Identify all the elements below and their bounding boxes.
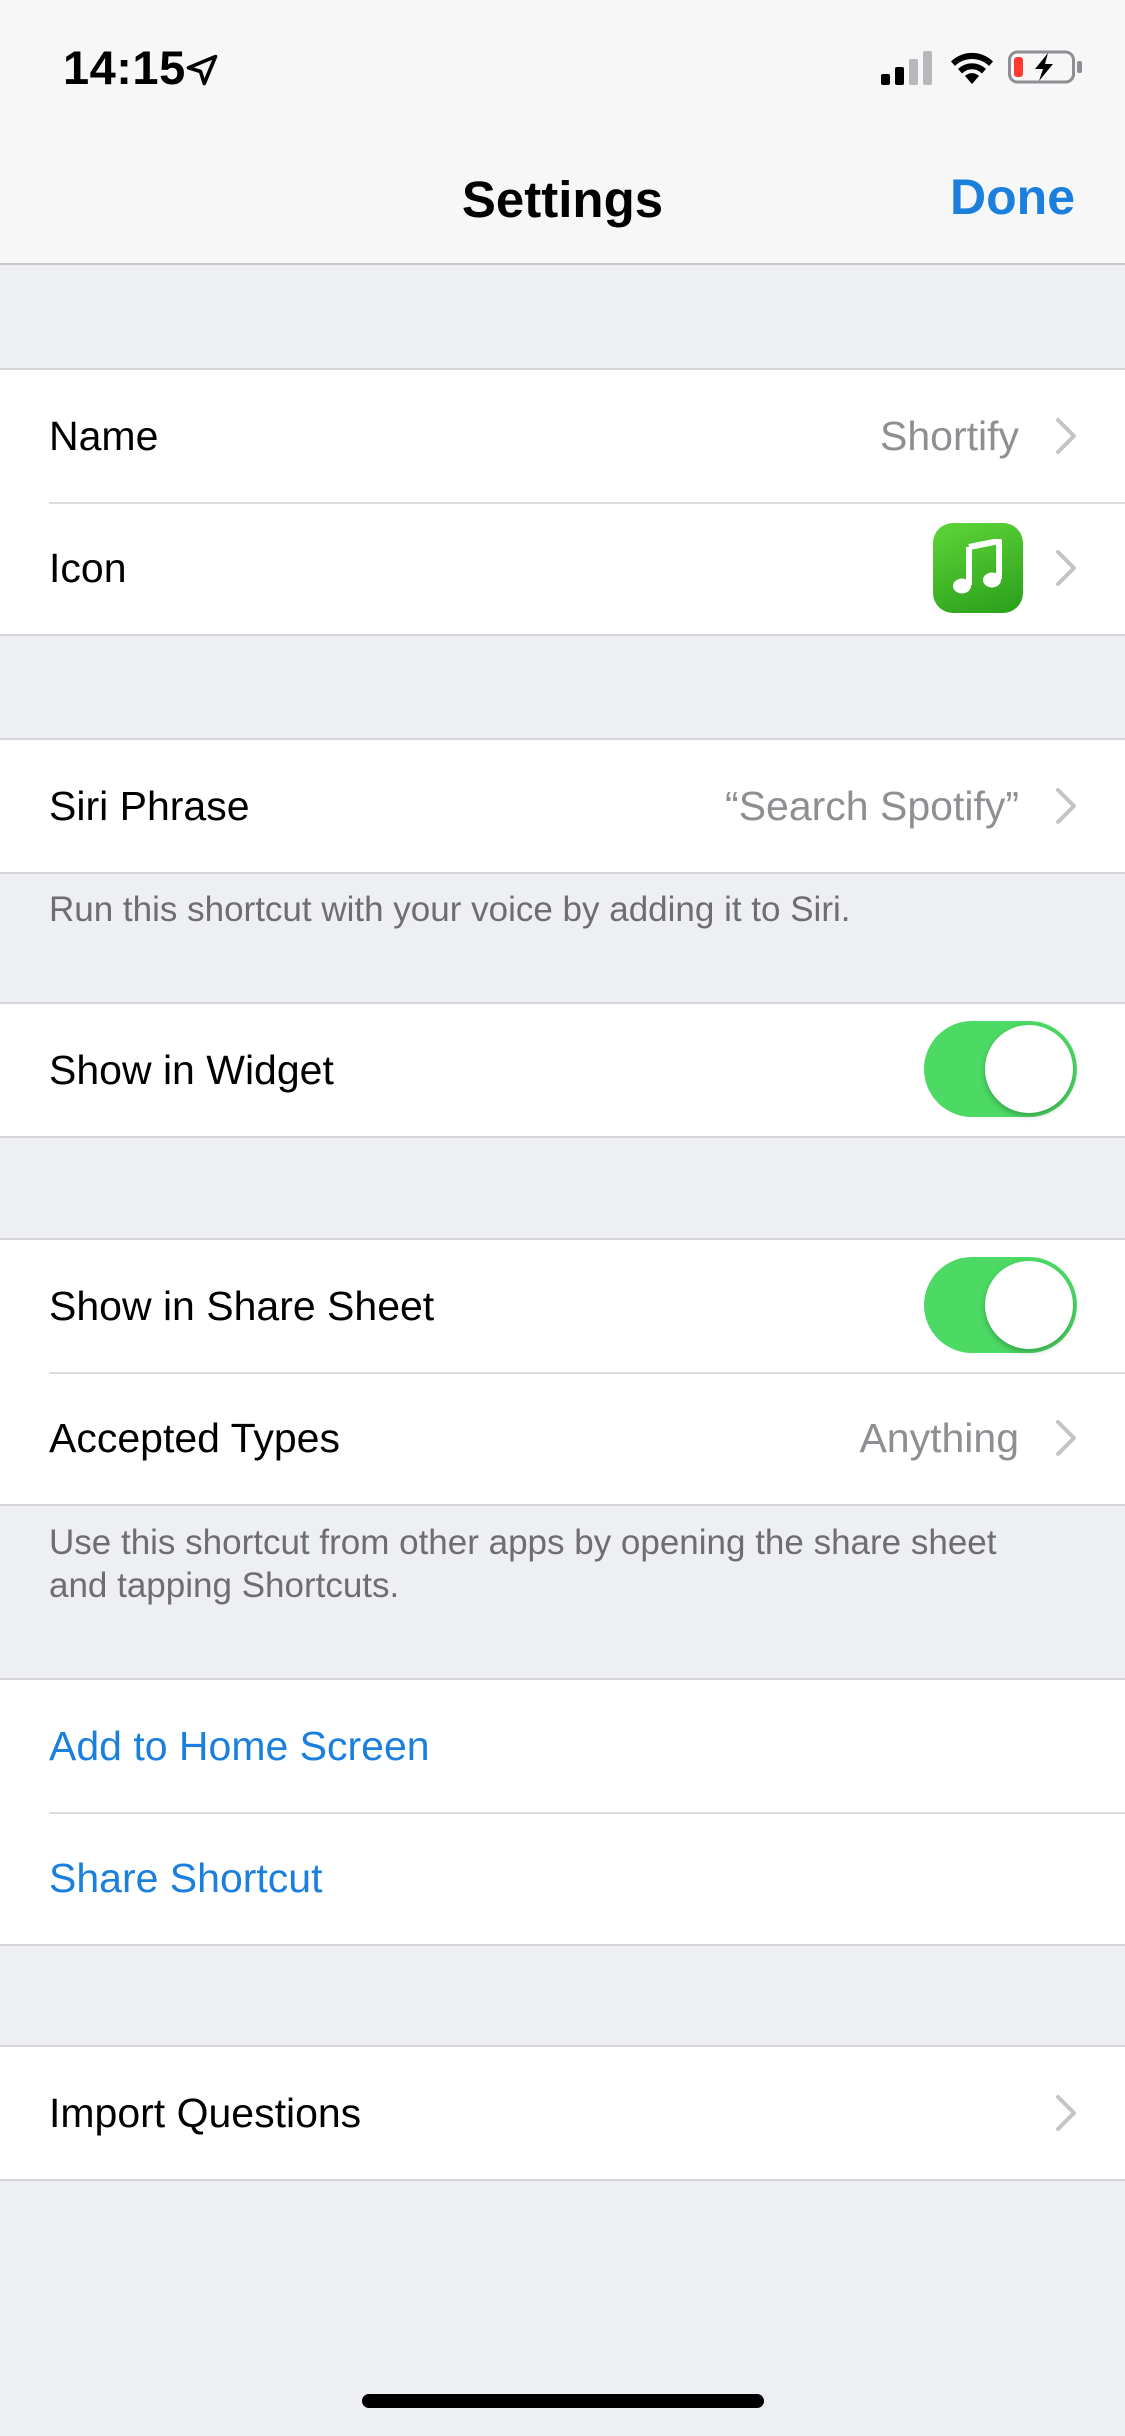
show-in-widget-row: Show in Widget — [0, 1004, 1125, 1136]
import-questions-label: Import Questions — [49, 2090, 362, 2136]
share-shortcut-row[interactable]: Share Shortcut — [0, 1812, 1125, 1944]
chevron-right-icon — [1056, 2095, 1076, 2131]
toggle-knob — [985, 1025, 1073, 1113]
import-group: Import Questions — [0, 2045, 1125, 2181]
toggle-knob — [985, 1261, 1073, 1349]
name-value: Shortify — [880, 413, 1019, 459]
accepted-types-row[interactable]: Accepted Types Anything — [0, 1372, 1125, 1504]
siri-group: Siri Phrase “Search Spotify” — [0, 738, 1125, 874]
name-row[interactable]: Name Shortify — [0, 370, 1125, 502]
import-questions-row[interactable]: Import Questions — [0, 2047, 1125, 2179]
widget-group: Show in Widget — [0, 1002, 1125, 1138]
chevron-right-icon — [1056, 788, 1076, 824]
show-in-share-sheet-toggle[interactable] — [924, 1257, 1077, 1353]
accepted-types-value: Anything — [859, 1415, 1019, 1461]
navigation-bar: Settings Done — [0, 140, 1125, 265]
add-to-home-screen-button[interactable]: Add to Home Screen — [49, 1680, 430, 1812]
siri-phrase-label: Siri Phrase — [49, 783, 250, 829]
show-in-widget-label: Show in Widget — [49, 1047, 334, 1093]
done-button[interactable]: Done — [950, 168, 1075, 226]
cellular-signal-icon — [881, 51, 932, 85]
chevron-right-icon — [1056, 418, 1076, 454]
battery-charging-icon — [1008, 50, 1082, 84]
wifi-icon — [951, 52, 993, 84]
icon-label: Icon — [49, 545, 127, 591]
app-icon-preview — [933, 523, 1023, 613]
chevron-right-icon — [1056, 550, 1076, 586]
general-group: Name Shortify Icon — [0, 368, 1125, 636]
name-label: Name — [49, 413, 159, 459]
siri-phrase-value: “Search Spotify” — [725, 783, 1019, 829]
music-note-icon — [953, 539, 1002, 594]
icon-row[interactable]: Icon — [0, 502, 1125, 634]
location-arrow-icon — [186, 54, 218, 86]
show-in-widget-toggle[interactable] — [924, 1021, 1077, 1117]
add-to-home-screen-row[interactable]: Add to Home Screen — [0, 1680, 1125, 1812]
share-sheet-footer-text: Use this shortcut from other apps by ope… — [49, 1523, 997, 1605]
siri-phrase-row[interactable]: Siri Phrase “Search Spotify” — [0, 740, 1125, 872]
siri-footer-text: Run this shortcut with your voice by add… — [49, 890, 851, 929]
actions-group: Add to Home Screen Share Shortcut — [0, 1678, 1125, 1946]
settings-screen: 14:15 Settings Done Name Shortify Icon S… — [0, 0, 1125, 2436]
home-indicator[interactable] — [362, 2394, 764, 2408]
show-in-share-sheet-row: Show in Share Sheet — [0, 1240, 1125, 1372]
show-in-share-sheet-label: Show in Share Sheet — [49, 1283, 435, 1329]
share-shortcut-button[interactable]: Share Shortcut — [49, 1812, 323, 1944]
status-time: 14:15 — [63, 41, 186, 94]
chevron-right-icon — [1056, 1420, 1076, 1456]
accepted-types-label: Accepted Types — [49, 1415, 340, 1461]
status-bar: 14:15 — [0, 0, 1125, 140]
share-sheet-group: Show in Share Sheet Accepted Types Anyth… — [0, 1238, 1125, 1506]
